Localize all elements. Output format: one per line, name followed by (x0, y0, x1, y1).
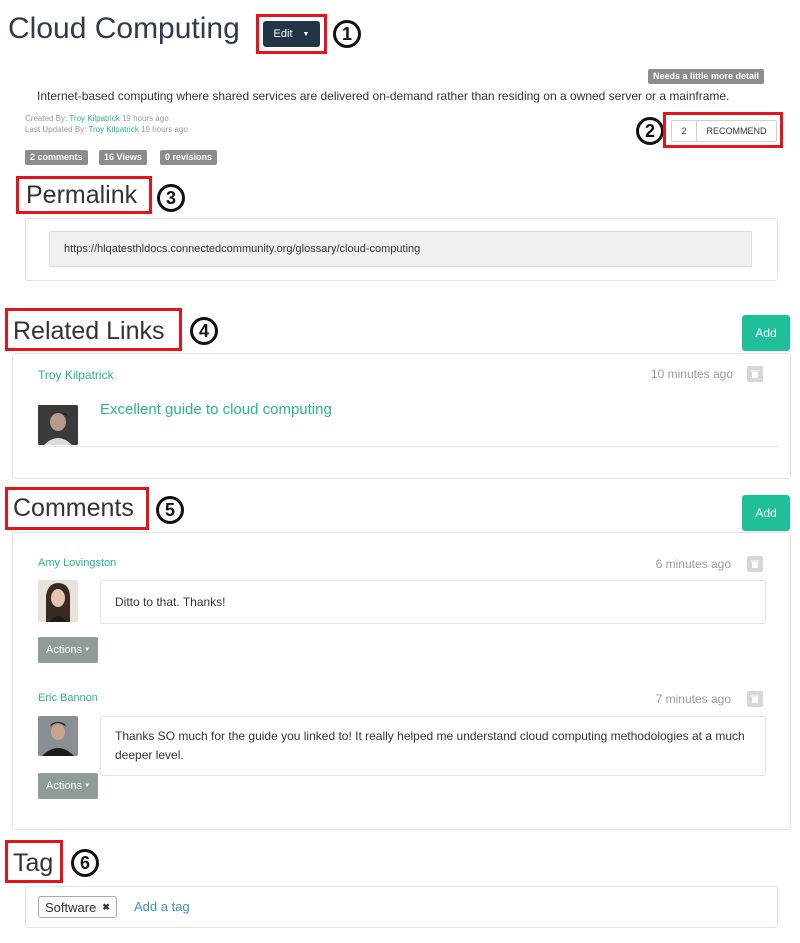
delete-comment-icon[interactable] (747, 556, 763, 572)
created-by-link[interactable]: Troy Kilpatrick (69, 114, 119, 123)
edit-label: Edit (273, 28, 293, 40)
comments-panel (12, 532, 791, 830)
comments-count-badge[interactable]: 2 comments (25, 150, 88, 165)
recommend-button[interactable]: 2 RECOMMEND (671, 120, 777, 142)
callout-number-2: 2 (636, 117, 664, 145)
quality-badge: Needs a little more detail (647, 69, 764, 84)
callout-box-3 (16, 176, 152, 214)
caret-down-icon: ▼ (84, 647, 91, 653)
updated-prefix: Last Updated By: (25, 125, 87, 134)
callout-number-4: 4 (190, 317, 218, 345)
comment-time: 6 minutes ago (655, 557, 731, 571)
updated-ago: 19 hours ago (141, 125, 188, 134)
created-prefix: Created By: (25, 114, 68, 123)
page-description: Internet-based computing where shared se… (37, 89, 730, 103)
recommend-label: RECOMMEND (706, 126, 767, 136)
related-link-title[interactable]: Excellent guide to cloud computing (100, 401, 332, 418)
add-tag-link[interactable]: Add a tag (134, 899, 190, 914)
caret-down-icon: ▼ (302, 30, 310, 38)
actions-label: Actions (45, 780, 83, 792)
views-count-badge: 16 Views (99, 150, 147, 165)
comment-author[interactable]: Eric Bannon (38, 692, 98, 704)
avatar-eric-bannon (38, 716, 78, 756)
comment-actions-button[interactable]: Actions ▼ (38, 773, 98, 799)
tag-chip: Software ✖ (38, 896, 117, 918)
comment-body: Thanks SO much for the guide you linked … (100, 716, 766, 776)
callout-number-5: 5 (156, 496, 184, 524)
comment-body: Ditto to that. Thanks! (100, 580, 766, 624)
related-link-divider (38, 446, 778, 447)
permalink-url-field[interactable]: https://hlqatesthldocs.connectedcommunit… (49, 231, 752, 267)
remove-tag-icon[interactable]: ✖ (102, 902, 110, 913)
avatar-amy-lovingston (38, 580, 78, 622)
edit-dropdown-button[interactable]: Edit ▼ (263, 21, 320, 47)
created-ago: 19 hours ago (121, 114, 169, 123)
delete-comment-icon[interactable] (747, 691, 763, 707)
recommend-count: 2 (672, 121, 697, 141)
permalink-url: https://hlqatesthldocs.connectedcommunit… (64, 243, 421, 255)
updated-by-link[interactable]: Troy Kilpatrick (88, 125, 138, 134)
tag-chip-label: Software (45, 899, 97, 915)
callout-number-6: 6 (71, 849, 99, 877)
callout-number-3: 3 (157, 184, 185, 212)
callout-box-6 (5, 840, 63, 883)
created-by-line: Created By: Troy Kilpatrick 19 hours ago (25, 114, 169, 123)
avatar-troy-kilpatrick (38, 405, 78, 445)
add-comment-button[interactable]: Add (742, 495, 790, 531)
page-title: Cloud Computing (8, 12, 240, 45)
caret-down-icon: ▼ (84, 783, 91, 789)
callout-box-4 (5, 308, 182, 351)
add-related-link-button[interactable]: Add (742, 315, 790, 351)
callout-number-1: 1 (333, 20, 361, 48)
comment-time: 7 minutes ago (655, 692, 731, 706)
updated-by-line: Last Updated By: Troy Kilpatrick 19 hour… (25, 125, 188, 134)
related-link-time: 10 minutes ago (650, 367, 733, 381)
comment-author[interactable]: Amy Lovingston (38, 557, 116, 569)
delete-related-link-icon[interactable] (747, 366, 763, 382)
callout-box-5 (5, 487, 149, 530)
revisions-count-badge[interactable]: 0 revisions (160, 150, 218, 165)
comment-actions-button[interactable]: Actions ▼ (38, 637, 98, 663)
actions-label: Actions (45, 644, 83, 656)
related-link-author[interactable]: Troy Kilpatrick (38, 368, 114, 382)
